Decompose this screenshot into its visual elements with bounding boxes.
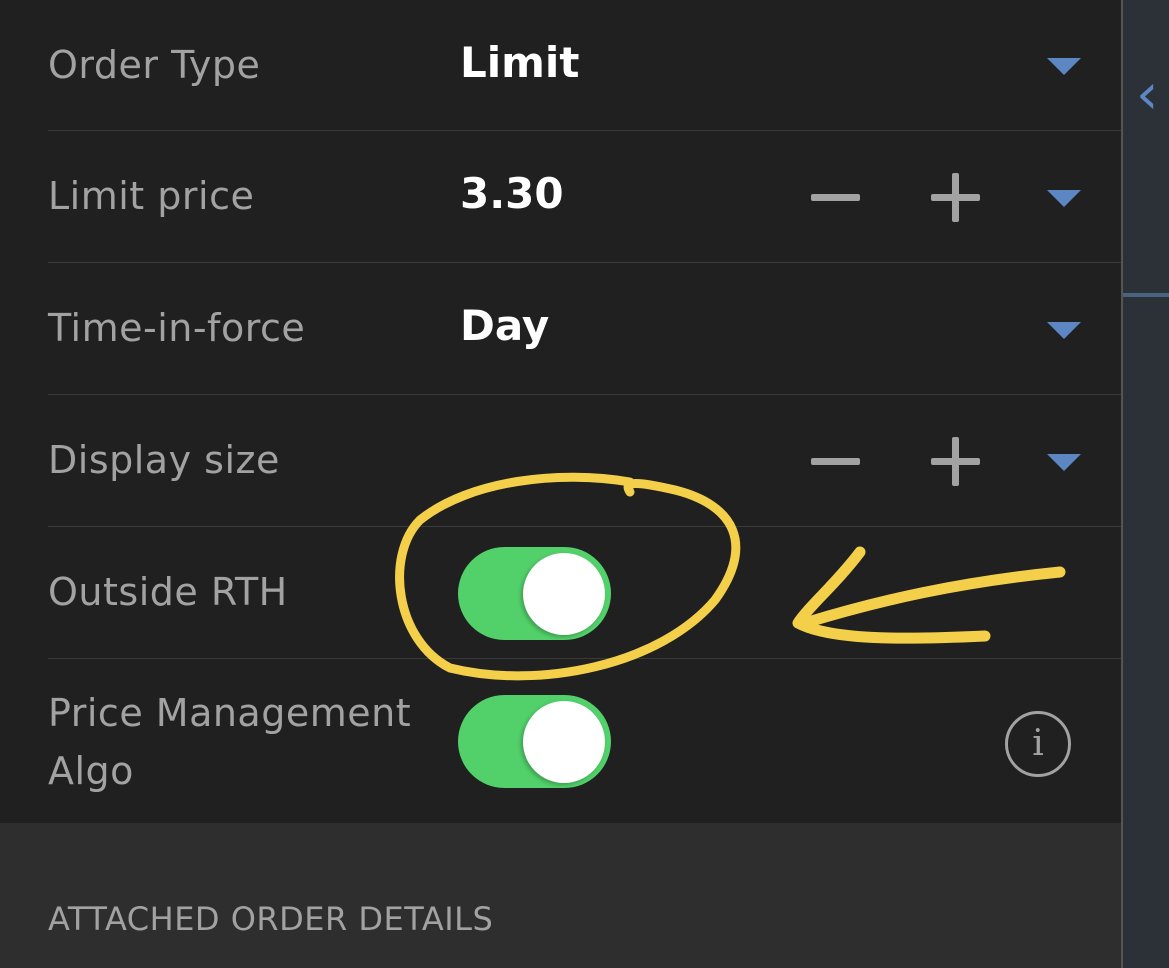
time-in-force-row[interactable]: Time-in-force Day	[0, 263, 1121, 395]
limit-price-value[interactable]: 3.30	[460, 169, 564, 218]
attached-order-details-section	[0, 823, 1121, 968]
info-icon[interactable]: i	[1005, 711, 1071, 777]
price-management-algo-toggle[interactable]	[458, 695, 611, 788]
caret-down-icon[interactable]	[1047, 322, 1081, 339]
toggle-knob	[523, 553, 605, 635]
limit-price-label: Limit price	[48, 174, 255, 218]
outside-rth-toggle[interactable]	[458, 547, 611, 640]
minus-icon[interactable]	[811, 194, 860, 201]
price-management-label-line2: Algo	[48, 749, 134, 793]
price-management-label-line1: Price Management	[48, 691, 412, 735]
minus-icon[interactable]	[811, 458, 860, 465]
order-type-value[interactable]: Limit	[460, 38, 579, 87]
outside-rth-label: Outside RTH	[48, 570, 288, 614]
side-panel	[1121, 0, 1169, 968]
time-in-force-label: Time-in-force	[48, 306, 306, 350]
side-panel-divider	[1121, 0, 1123, 968]
caret-down-icon[interactable]	[1047, 454, 1081, 471]
outside-rth-row: Outside RTH	[0, 527, 1121, 659]
limit-price-row: Limit price 3.30	[0, 131, 1121, 263]
price-management-algo-row: Price Management Algo i	[0, 659, 1121, 823]
toggle-knob	[523, 701, 605, 783]
caret-down-icon[interactable]	[1047, 190, 1081, 207]
side-panel-accent-line	[1123, 293, 1169, 297]
attached-order-details-title: ATTACHED ORDER DETAILS	[48, 900, 494, 938]
plus-icon[interactable]	[931, 173, 980, 222]
plus-icon[interactable]	[931, 437, 980, 486]
order-type-row[interactable]: Order Type Limit	[0, 0, 1121, 131]
info-glyph: i	[1032, 723, 1044, 764]
caret-down-icon[interactable]	[1047, 58, 1081, 75]
chevron-left-icon[interactable]: ‹	[1136, 55, 1158, 135]
display-size-label: Display size	[48, 438, 280, 482]
time-in-force-value[interactable]: Day	[460, 301, 549, 350]
order-type-label: Order Type	[48, 43, 261, 87]
display-size-row: Display size	[0, 395, 1121, 527]
